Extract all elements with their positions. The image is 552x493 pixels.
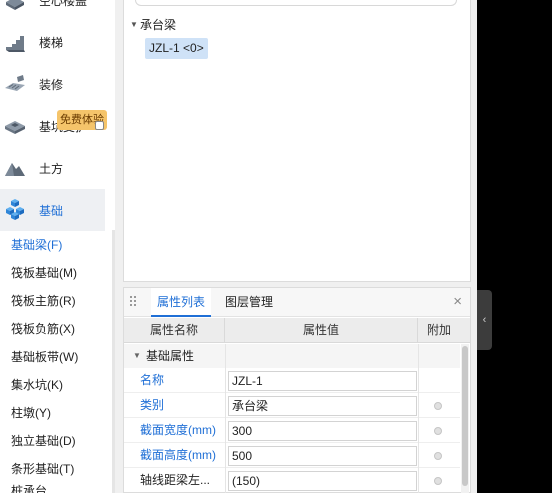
- chevron-left-icon: ‹: [482, 314, 487, 326]
- list-item[interactable]: 筏板基础(M): [11, 263, 77, 283]
- attach-checkbox[interactable]: [434, 452, 442, 460]
- property-panel: 属性列表 图层管理 × 属性名称 属性值 附加 ▼ 基础属性 名称 JZL-1 …: [123, 287, 471, 493]
- viewport-background: [477, 0, 552, 493]
- list-item[interactable]: 基础板带(W): [11, 347, 78, 367]
- pit-support-icon: [2, 113, 28, 139]
- list-item[interactable]: 独立基础(D): [11, 431, 76, 451]
- stairs-icon: [2, 29, 28, 55]
- table-row: 截面宽度(mm) 300: [124, 418, 460, 443]
- category-hollow-slab[interactable]: 空心楼盖: [0, 0, 105, 21]
- decoration-icon: [2, 71, 28, 97]
- header-extra: 附加: [426, 323, 451, 337]
- attach-checkbox[interactable]: [434, 477, 442, 485]
- table-row: 截面高度(mm) 500: [124, 443, 460, 468]
- property-name: 轴线距梁左...: [140, 473, 211, 487]
- property-name: 名称: [140, 373, 165, 387]
- header-name: 属性名称: [124, 318, 225, 343]
- list-item[interactable]: 筏板负筋(X): [11, 319, 75, 339]
- tree-group[interactable]: ▼ 承台梁: [130, 15, 176, 33]
- tree-item-selected[interactable]: JZL-1 <0>: [145, 38, 208, 59]
- property-group[interactable]: ▼ 基础属性: [124, 344, 460, 368]
- tree-group-label: 承台梁: [140, 17, 177, 32]
- table-header: 属性名称 属性值 附加: [124, 318, 470, 343]
- attach-checkbox[interactable]: [434, 402, 442, 410]
- property-value-input[interactable]: JZL-1: [228, 371, 417, 391]
- lock-icon: [95, 121, 104, 130]
- earthwork-icon: [2, 155, 28, 181]
- attach-checkbox[interactable]: [434, 427, 442, 435]
- scrollbar-thumb[interactable]: [462, 346, 468, 486]
- list-item[interactable]: 筏板主筋(R): [11, 291, 76, 311]
- tab-layers[interactable]: 图层管理: [225, 288, 273, 317]
- property-name: 类别: [140, 398, 165, 412]
- drag-handle-icon[interactable]: [130, 296, 136, 308]
- component-list: 基础梁(F) 筏板基础(M) 筏板主筋(R) 筏板负筋(X) 基础板带(W) 集…: [0, 232, 115, 493]
- property-tabs: 属性列表 图层管理 ×: [124, 288, 470, 317]
- category-label: 装修: [39, 77, 64, 92]
- category-foundation[interactable]: 基础: [0, 189, 105, 231]
- property-name: 截面宽度(mm): [140, 423, 216, 437]
- category-stairs[interactable]: 楼梯: [0, 21, 105, 63]
- caret-down-icon[interactable]: ▼: [133, 344, 141, 368]
- table-row: 轴线距梁左... (150): [124, 468, 460, 493]
- property-name: 截面高度(mm): [140, 448, 216, 462]
- caret-down-icon[interactable]: ▼: [130, 20, 140, 29]
- tab-properties[interactable]: 属性列表: [151, 288, 212, 317]
- table-row: 名称 JZL-1: [124, 368, 460, 393]
- category-decoration[interactable]: 装修: [0, 63, 105, 105]
- search-box-edge: [135, 0, 457, 6]
- property-value-input[interactable]: (150): [228, 471, 417, 491]
- list-item[interactable]: 条形基础(T): [11, 459, 74, 479]
- category-label: 楼梯: [39, 35, 64, 50]
- category-label: 基础: [39, 203, 64, 218]
- list-item[interactable]: 基础梁(F): [11, 235, 62, 255]
- category-sidebar: 空心楼盖 楼梯 装修 基坑支护 土方: [0, 0, 115, 232]
- category-label: 土方: [39, 161, 64, 176]
- property-scrollbar[interactable]: [461, 344, 469, 493]
- category-label: 空心楼盖: [39, 0, 88, 8]
- app-root: 空心楼盖 楼梯 装修 基坑支护 土方: [0, 0, 552, 493]
- list-item[interactable]: 集水坑(K): [11, 375, 63, 395]
- header-value: 属性值: [225, 318, 418, 343]
- collapse-panel-button[interactable]: ‹: [477, 290, 492, 350]
- property-value-input[interactable]: 500: [228, 446, 417, 466]
- close-icon[interactable]: ×: [453, 294, 462, 310]
- hollow-slab-icon: [2, 0, 28, 13]
- property-value-input[interactable]: 承台梁: [228, 396, 417, 416]
- group-label: 基础属性: [146, 349, 195, 363]
- property-value-input[interactable]: 300: [228, 421, 417, 441]
- foundation-icon: [2, 197, 28, 223]
- table-row: 类别 承台梁: [124, 393, 460, 418]
- list-item[interactable]: 柱墩(Y): [11, 403, 51, 423]
- list-item[interactable]: 桩承台: [11, 484, 47, 493]
- category-earthwork[interactable]: 土方: [0, 147, 105, 189]
